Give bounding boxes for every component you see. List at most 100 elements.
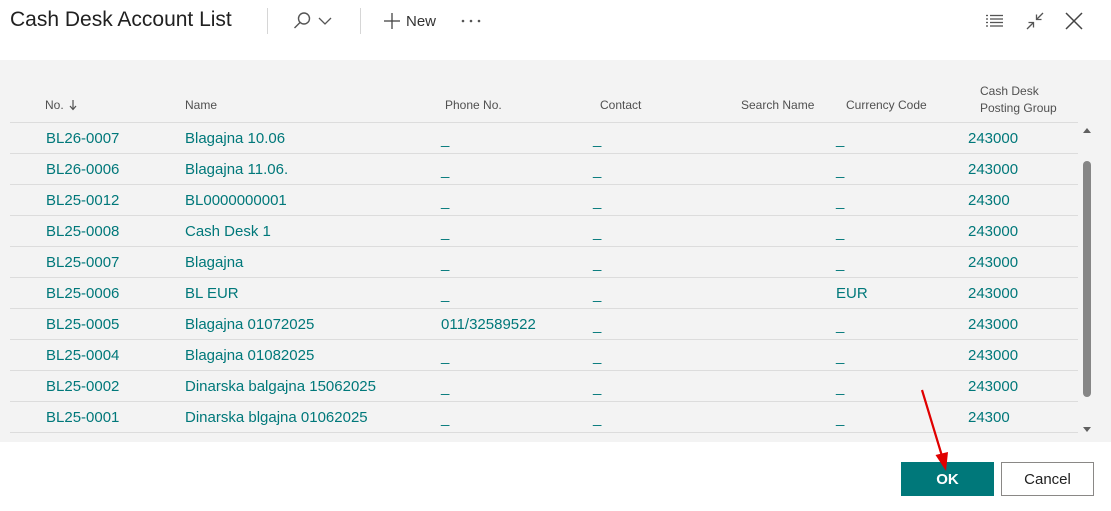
cell-name[interactable]: Dinarska balgajna 15062025 xyxy=(185,378,376,395)
vertical-scrollbar[interactable] xyxy=(1082,124,1092,436)
search-icon xyxy=(294,12,311,29)
cancel-button[interactable]: Cancel xyxy=(1001,462,1094,496)
cell-contact: _ xyxy=(593,193,602,210)
table-row[interactable]: BL25-0008 Cash Desk 1 _ _ _ 243000 xyxy=(10,215,1078,246)
table-row[interactable]: BL25-0004 Blagajna 01082025 _ _ _ 243000 xyxy=(10,339,1078,370)
list-view-button[interactable] xyxy=(986,8,1004,34)
new-button[interactable]: New xyxy=(383,8,436,34)
more-icon xyxy=(461,19,481,23)
cell-no[interactable]: BL25-0005 xyxy=(46,316,119,333)
cell-posting: 243000 xyxy=(968,316,1019,333)
table-row[interactable]: BL26-0007 Blagajna 10.06 _ _ _ 243000 xyxy=(10,122,1078,153)
cell-posting: 24300 xyxy=(968,409,1010,426)
cell-no[interactable]: BL26-0007 xyxy=(46,130,119,147)
cell-posting: 243000 xyxy=(968,223,1019,240)
cell-name[interactable]: Dinarska blgajna 01062025 xyxy=(185,409,368,426)
table-row[interactable]: BL25-0001 Dinarska blgajna 01062025 _ _ _ 243… xyxy=(10,401,1078,433)
close-icon xyxy=(1065,12,1083,30)
cell-currency: _ xyxy=(836,379,845,396)
cell-name[interactable]: Cash Desk 1 xyxy=(185,223,271,240)
cell-contact: _ xyxy=(593,162,602,179)
cell-name[interactable]: Blagajna 01072025 xyxy=(185,316,314,333)
table-row[interactable]: BL25-0007 Blagajna _ _ _ 243000 xyxy=(10,246,1078,277)
cell-name[interactable]: BL EUR xyxy=(185,285,239,302)
cell-phone: _ xyxy=(441,131,450,148)
cell-phone: _ xyxy=(441,162,450,179)
plus-icon xyxy=(384,13,400,29)
cell-currency: _ xyxy=(836,224,845,241)
cell-phone: _ xyxy=(441,224,450,241)
scroll-thumb[interactable] xyxy=(1083,161,1091,397)
cell-contact: _ xyxy=(593,348,602,365)
cell-contact: _ xyxy=(593,317,602,334)
table-row[interactable]: BL25-0012 BL0000000001 _ _ _ 24300 xyxy=(10,184,1078,215)
column-header-phone[interactable]: Phone No. xyxy=(445,98,502,112)
cell-currency: _ xyxy=(836,193,845,210)
cell-no[interactable]: BL25-0004 xyxy=(46,347,119,364)
cell-no[interactable]: BL25-0002 xyxy=(46,378,119,395)
cell-posting: 243000 xyxy=(968,130,1019,147)
toolbar-separator xyxy=(360,8,361,34)
cell-currency: _ xyxy=(836,410,845,427)
cell-phone: 011/32589522 xyxy=(441,316,536,333)
cell-name[interactable]: Blagajna 10.06 xyxy=(185,130,285,147)
collapse-button[interactable] xyxy=(1025,8,1045,34)
cell-contact: _ xyxy=(593,255,602,272)
column-header-contact[interactable]: Contact xyxy=(600,98,641,112)
toolbar-separator xyxy=(267,8,268,34)
sort-down-icon xyxy=(69,100,77,111)
cell-no[interactable]: BL25-0006 xyxy=(46,285,119,302)
cell-currency: _ xyxy=(836,162,845,179)
cell-currency: _ xyxy=(836,317,845,334)
table-row[interactable]: BL25-0005 Blagajna 01072025 011/32589522 _ _… xyxy=(10,308,1078,339)
cell-contact: _ xyxy=(593,286,602,303)
search-button[interactable] xyxy=(292,8,333,34)
column-header-name[interactable]: Name xyxy=(185,98,217,112)
more-options-button[interactable] xyxy=(461,8,481,34)
cell-currency: EUR xyxy=(836,285,868,302)
cell-phone: _ xyxy=(441,286,450,303)
cell-phone: _ xyxy=(441,379,450,396)
cell-posting: 243000 xyxy=(968,347,1019,364)
scroll-down-icon[interactable] xyxy=(1082,424,1092,434)
new-button-label: New xyxy=(406,12,437,30)
scroll-up-icon[interactable] xyxy=(1082,126,1092,136)
table-row[interactable]: BL26-0006 Blagajna 11.06. _ _ _ 243000 xyxy=(10,153,1078,184)
table-row[interactable]: BL25-0006 BL EUR _ _ EUR 243000 xyxy=(10,277,1078,308)
close-button[interactable] xyxy=(1064,8,1084,34)
cell-name[interactable]: Blagajna 11.06. xyxy=(185,161,288,178)
cell-contact: _ xyxy=(593,410,602,427)
column-header-no[interactable]: No. xyxy=(45,98,78,112)
page-title: Cash Desk Account List xyxy=(10,8,232,31)
cell-currency: _ xyxy=(836,348,845,365)
list-icon xyxy=(986,14,1003,27)
column-header-no-label: No. xyxy=(45,98,64,112)
cell-no[interactable]: BL25-0001 xyxy=(46,409,119,426)
cell-currency: _ xyxy=(836,131,845,148)
column-header-currency-code[interactable]: Currency Code xyxy=(846,98,927,112)
page-header: Cash Desk Account List New xyxy=(0,0,1111,60)
cash-desk-table: BL26-0007 Blagajna 10.06 _ _ _ 243000 BL26-000… xyxy=(10,122,1078,433)
cell-contact: _ xyxy=(593,224,602,241)
column-header-posting-group[interactable]: Cash Desk Posting Group xyxy=(980,83,1057,117)
cell-posting: 243000 xyxy=(968,161,1019,178)
cell-name[interactable]: BL0000000001 xyxy=(185,192,287,209)
cell-name[interactable]: Blagajna 01082025 xyxy=(185,347,314,364)
column-header-search-name[interactable]: Search Name xyxy=(741,98,814,112)
table-row[interactable]: BL25-0002 Dinarska balgajna 15062025 _ _ _ 24… xyxy=(10,370,1078,401)
cell-no[interactable]: BL26-0006 xyxy=(46,161,119,178)
cell-name[interactable]: Blagajna xyxy=(185,254,243,271)
ok-button[interactable]: OK xyxy=(901,462,994,496)
cell-no[interactable]: BL25-0008 xyxy=(46,223,119,240)
cell-contact: _ xyxy=(593,131,602,148)
cell-no[interactable]: BL25-0012 xyxy=(46,192,119,209)
cell-contact: _ xyxy=(593,379,602,396)
chevron-down-icon xyxy=(318,17,332,25)
cell-phone: _ xyxy=(441,255,450,272)
cell-no[interactable]: BL25-0007 xyxy=(46,254,119,271)
cell-phone: _ xyxy=(441,410,450,427)
cell-posting: 243000 xyxy=(968,285,1019,302)
cell-posting: 243000 xyxy=(968,378,1019,395)
collapse-icon xyxy=(1026,12,1044,30)
cell-posting: 243000 xyxy=(968,254,1019,271)
